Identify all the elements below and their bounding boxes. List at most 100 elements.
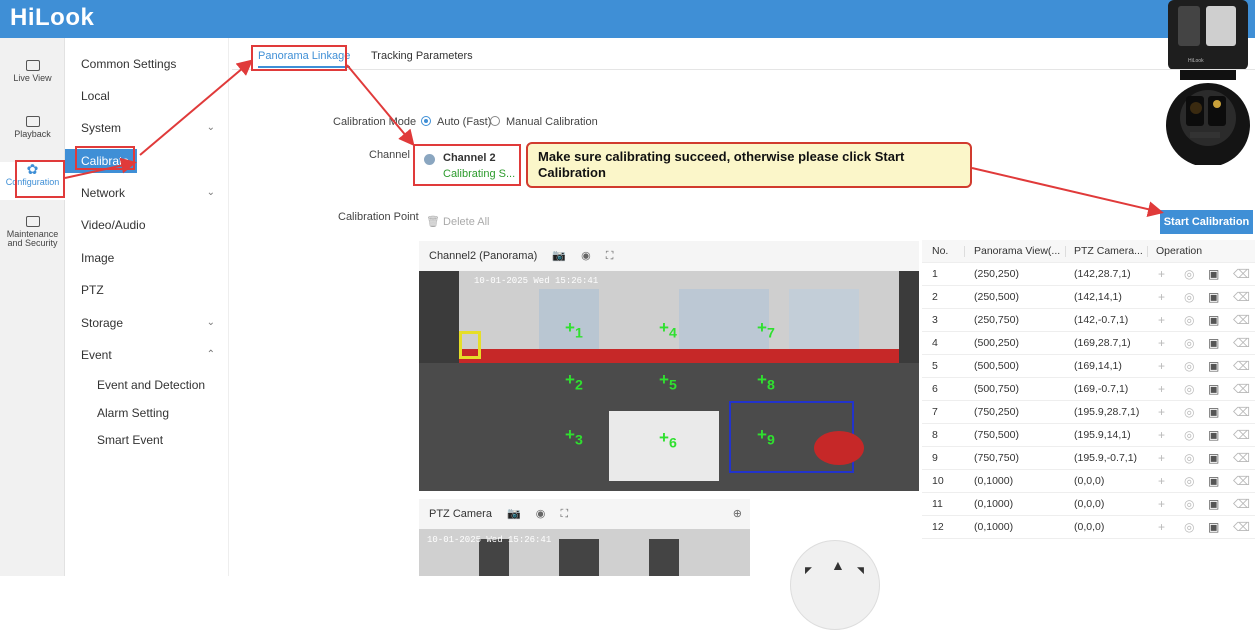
location-icon[interactable]: ◎ bbox=[1184, 309, 1194, 332]
cell-panorama: (750,250) bbox=[974, 406, 1019, 418]
delete-icon[interactable]: ⌫ bbox=[1233, 378, 1250, 401]
delete-icon[interactable]: ⌫ bbox=[1233, 263, 1250, 286]
save-icon[interactable]: ▣ bbox=[1208, 263, 1219, 286]
menu-network[interactable]: Network ⌄ bbox=[65, 181, 229, 205]
location-icon[interactable]: ◎ bbox=[1184, 424, 1194, 447]
save-icon[interactable]: ▣ bbox=[1208, 447, 1219, 470]
monitor-icon bbox=[25, 60, 40, 71]
cell-panorama: (500,250) bbox=[974, 337, 1019, 349]
ptz-video[interactable]: 10-01-2025 Wed 15:26:41 bbox=[419, 529, 750, 576]
location-icon[interactable]: ◎ bbox=[1184, 470, 1194, 493]
cell-ptz: (195.9,28.7,1) bbox=[1074, 406, 1140, 418]
menu-common-settings[interactable]: Common Settings bbox=[65, 52, 229, 76]
ptz-joystick[interactable]: ▲ ◤ ◥ bbox=[790, 540, 880, 630]
location-icon[interactable]: ◎ bbox=[1184, 493, 1194, 516]
col-separator bbox=[1147, 246, 1148, 257]
delete-icon[interactable]: ⌫ bbox=[1233, 516, 1250, 539]
add-icon[interactable]: + bbox=[1158, 493, 1165, 516]
location-icon[interactable]: ◎ bbox=[1184, 286, 1194, 309]
mode-manual-label: Manual Calibration bbox=[506, 116, 598, 128]
add-icon[interactable]: + bbox=[1158, 332, 1165, 355]
save-icon[interactable]: ▣ bbox=[1208, 286, 1219, 309]
fullscreen-icon[interactable]: ⛶ bbox=[606, 241, 614, 271]
location-icon[interactable]: ◎ bbox=[1184, 447, 1194, 470]
add-icon[interactable]: + bbox=[1158, 447, 1165, 470]
menu-system[interactable]: System ⌄ bbox=[65, 116, 229, 140]
mode-auto-radio[interactable]: Auto (Fast) bbox=[421, 116, 491, 128]
menu-ptz[interactable]: PTZ bbox=[65, 278, 229, 302]
panorama-video[interactable]: 10-01-2025 Wed 15:26:41 +1 +2 +3 +4 +5 +… bbox=[419, 271, 919, 491]
ptz-panel-title: PTZ Camera bbox=[429, 508, 492, 520]
table-row: 3 (250,750) (142,-0.7,1) + ◎ ▣ ⌫ bbox=[922, 309, 1255, 332]
add-icon[interactable]: + bbox=[1158, 424, 1165, 447]
save-icon[interactable]: ▣ bbox=[1208, 493, 1219, 516]
menu-alarm-setting[interactable]: Alarm Setting bbox=[65, 401, 229, 425]
delete-icon[interactable]: ⌫ bbox=[1233, 286, 1250, 309]
menu-event[interactable]: Event ⌃ bbox=[65, 343, 229, 367]
delete-icon[interactable]: ⌫ bbox=[1233, 309, 1250, 332]
add-icon[interactable]: + bbox=[1158, 470, 1165, 493]
add-icon[interactable]: + bbox=[1158, 263, 1165, 286]
channel-card[interactable]: Channel 2 Calibrating S... bbox=[413, 144, 521, 186]
save-icon[interactable]: ▣ bbox=[1208, 516, 1219, 539]
table-row: 5 (500,500) (169,14,1) + ◎ ▣ ⌫ bbox=[922, 355, 1255, 378]
cell-no: 5 bbox=[932, 360, 938, 372]
delete-icon[interactable]: ⌫ bbox=[1233, 355, 1250, 378]
add-icon[interactable]: + bbox=[1158, 309, 1165, 332]
rail-live-view[interactable]: Live View bbox=[0, 60, 65, 100]
cell-ptz: (142,28.7,1) bbox=[1074, 268, 1131, 280]
delete-icon[interactable]: ⌫ bbox=[1233, 332, 1250, 355]
menu-video-audio[interactable]: Video/Audio bbox=[65, 213, 229, 237]
delete-icon[interactable]: ⌫ bbox=[1233, 401, 1250, 424]
arrow-up-left-icon[interactable]: ◤ bbox=[805, 565, 812, 576]
add-icon[interactable]: + bbox=[1158, 378, 1165, 401]
delete-icon[interactable]: ⌫ bbox=[1233, 447, 1250, 470]
location-icon[interactable]: ◎ bbox=[1184, 378, 1194, 401]
mode-manual-radio[interactable]: Manual Calibration bbox=[490, 116, 598, 128]
delete-all-button[interactable]: 🗑 Delete All bbox=[426, 215, 490, 228]
menu-local[interactable]: Local bbox=[65, 84, 229, 108]
record-icon[interactable]: ◉ bbox=[536, 499, 546, 529]
add-icon[interactable]: + bbox=[1158, 516, 1165, 539]
tab-tracking-parameters[interactable]: Tracking Parameters bbox=[371, 44, 473, 68]
cell-no: 4 bbox=[932, 337, 938, 349]
save-icon[interactable]: ▣ bbox=[1208, 401, 1219, 424]
ptz-panel-header: PTZ Camera 📷 ◉ ⛶ ⊕ bbox=[419, 499, 750, 529]
table-row: 12 (0,1000) (0,0,0) + ◎ ▣ ⌫ bbox=[922, 516, 1255, 539]
location-icon[interactable]: ◎ bbox=[1184, 263, 1194, 286]
camera-snapshot-icon[interactable]: 📷 bbox=[552, 241, 566, 271]
top-header-bar: HiLook bbox=[0, 0, 1255, 38]
fullscreen-icon[interactable]: ⛶ bbox=[560, 499, 568, 529]
location-icon[interactable]: ◎ bbox=[1184, 516, 1194, 539]
delete-icon[interactable]: ⌫ bbox=[1233, 470, 1250, 493]
arrow-up-icon[interactable]: ▲ bbox=[831, 557, 845, 573]
save-icon[interactable]: ▣ bbox=[1208, 424, 1219, 447]
add-icon[interactable]: + bbox=[1158, 355, 1165, 378]
location-icon[interactable]: ◎ bbox=[1184, 401, 1194, 424]
location-icon[interactable]: ◎ bbox=[1184, 332, 1194, 355]
menu-image[interactable]: Image bbox=[65, 246, 229, 270]
menu-event-detection[interactable]: Event and Detection bbox=[65, 373, 229, 397]
save-icon[interactable]: ▣ bbox=[1208, 470, 1219, 493]
chevron-down-icon: ⌄ bbox=[206, 317, 215, 328]
add-icon[interactable]: + bbox=[1158, 286, 1165, 309]
save-icon[interactable]: ▣ bbox=[1208, 309, 1219, 332]
menu-storage[interactable]: Storage ⌄ bbox=[65, 311, 229, 335]
record-icon[interactable]: ◉ bbox=[581, 241, 591, 271]
main-nav-rail: Live View Playback ✿ Configuration Maint… bbox=[0, 38, 65, 576]
menu-smart-event[interactable]: Smart Event bbox=[65, 428, 229, 452]
save-icon[interactable]: ▣ bbox=[1208, 355, 1219, 378]
add-icon[interactable]: + bbox=[1158, 401, 1165, 424]
rail-maintenance[interactable]: Maintenance and Security bbox=[0, 216, 65, 256]
start-calibration-button[interactable]: Start Calibration bbox=[1160, 210, 1253, 234]
rail-playback[interactable]: Playback bbox=[0, 116, 65, 156]
zoom-icon[interactable]: ⊕ bbox=[733, 499, 742, 529]
delete-icon[interactable]: ⌫ bbox=[1233, 493, 1250, 516]
camera-snapshot-icon[interactable]: 📷 bbox=[507, 499, 521, 529]
save-icon[interactable]: ▣ bbox=[1208, 332, 1219, 355]
red-floor-mat bbox=[814, 431, 864, 465]
save-icon[interactable]: ▣ bbox=[1208, 378, 1219, 401]
delete-icon[interactable]: ⌫ bbox=[1233, 424, 1250, 447]
location-icon[interactable]: ◎ bbox=[1184, 355, 1194, 378]
arrow-up-right-icon[interactable]: ◥ bbox=[857, 565, 864, 576]
